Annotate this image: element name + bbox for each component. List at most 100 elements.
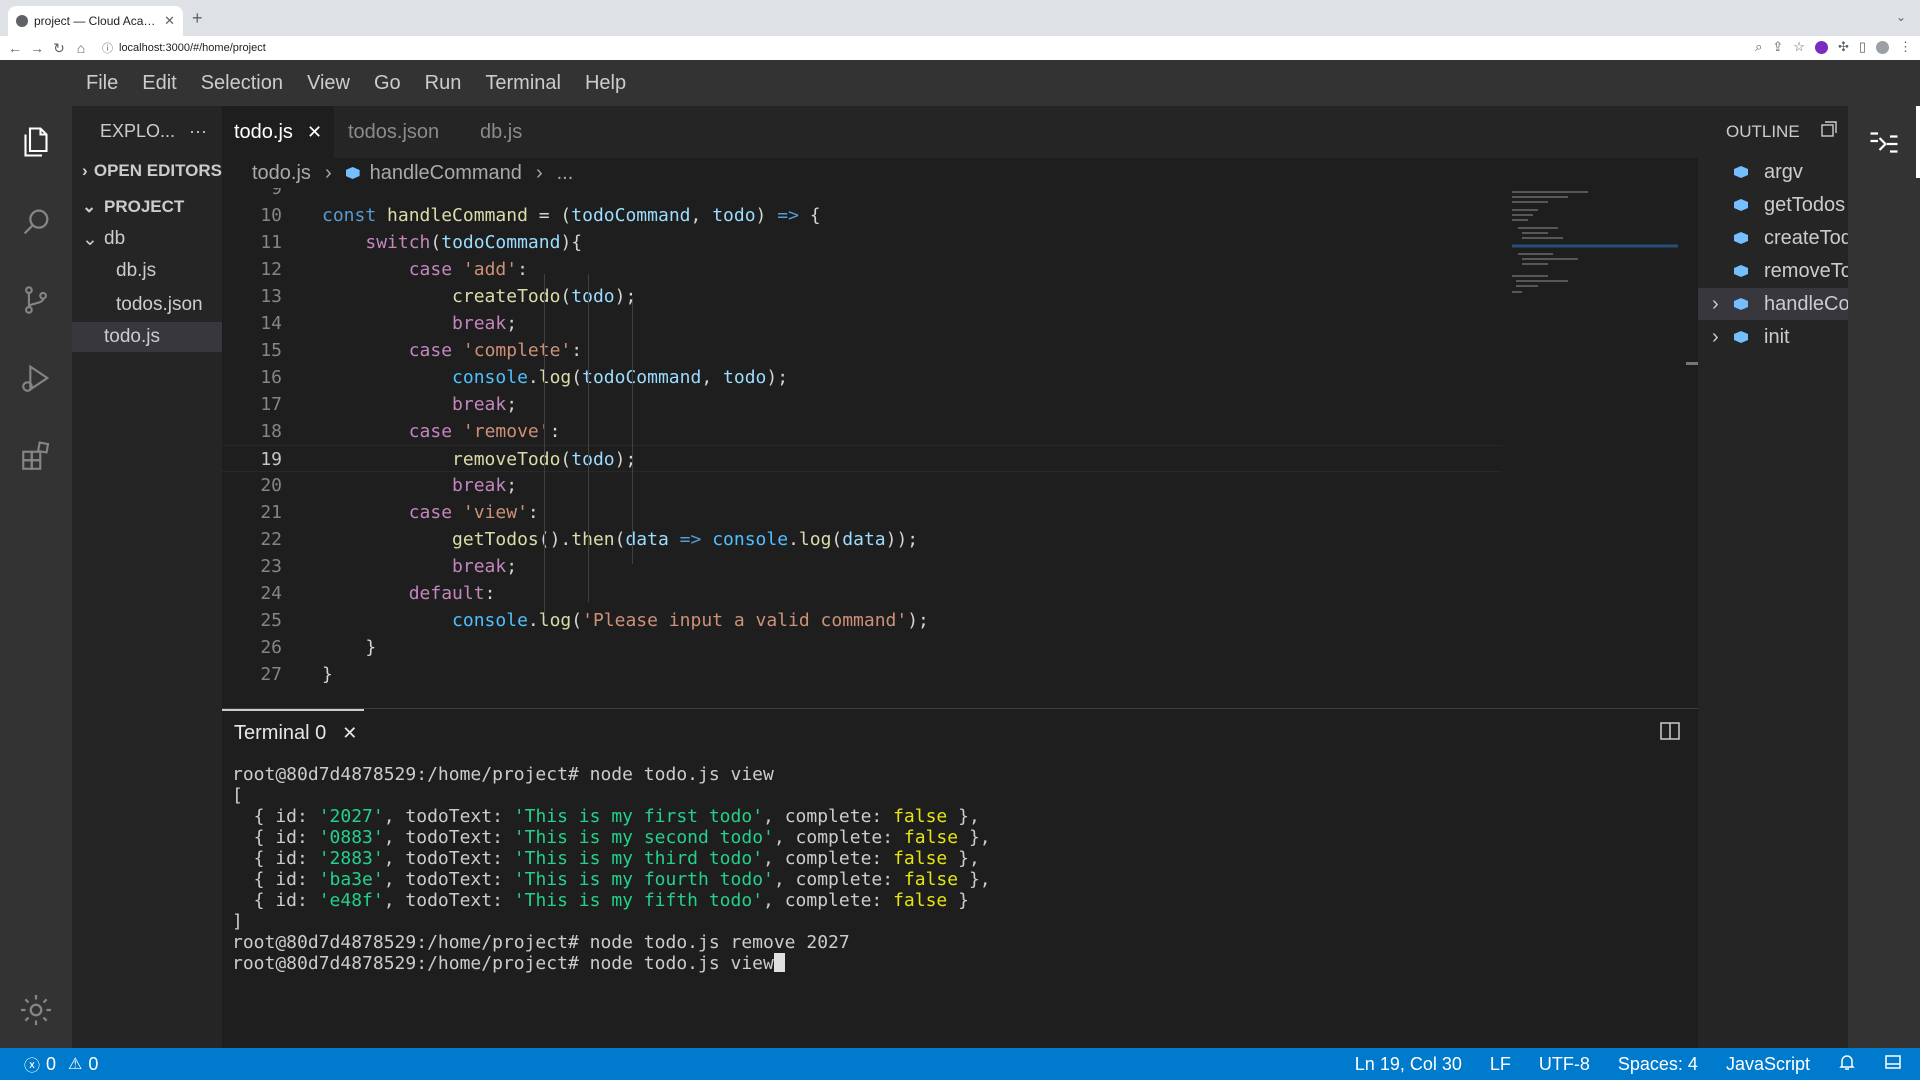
browser-tab[interactable]: project — Cloud Academy Lab ✕: [8, 6, 183, 36]
menu-file[interactable]: File: [86, 72, 118, 95]
problems-status[interactable]: ⓧ 0 ⚠ 0: [0, 1052, 98, 1076]
tab-search-icon[interactable]: ⌄: [1896, 10, 1906, 24]
code-token: switch: [365, 232, 431, 253]
profile-avatar[interactable]: [1876, 40, 1889, 54]
json-syntax: { id:: [232, 848, 319, 869]
menu-help[interactable]: Help: [585, 72, 626, 95]
tab-todo-js[interactable]: todo.js ✕: [222, 106, 334, 158]
code-token: ;: [506, 394, 518, 415]
explorer-icon[interactable]: [16, 122, 56, 162]
explorer-more-icon[interactable]: ···: [189, 121, 207, 142]
menu-run[interactable]: Run: [425, 72, 462, 95]
reload-icon[interactable]: ↻: [48, 40, 70, 57]
menu-view[interactable]: View: [307, 72, 350, 95]
outline-item[interactable]: argv: [1698, 156, 1848, 188]
layout-icon[interactable]: [1884, 1053, 1902, 1076]
tab-todos-json[interactable]: todos.json: [336, 106, 466, 158]
json-syntax: { id:: [232, 890, 319, 911]
code-text: break;: [322, 553, 517, 580]
json-syntax: , complete:: [763, 890, 894, 911]
explorer-title: EXPLO...: [100, 120, 176, 141]
chevron-right-icon[interactable]: ›: [1712, 326, 1719, 349]
code-token: getTodos: [452, 529, 539, 550]
outline-view-icon[interactable]: [1866, 126, 1902, 167]
project-label: PROJECT: [104, 197, 185, 216]
open-editors-section[interactable]: › OPEN EDITORS: [72, 156, 222, 186]
close-tab-icon[interactable]: ✕: [164, 13, 175, 29]
menu-go[interactable]: Go: [374, 72, 401, 95]
breadcrumb-file[interactable]: todo.js: [252, 162, 311, 185]
side-panel-icon[interactable]: ▯: [1859, 39, 1866, 55]
code-token: ): [755, 205, 778, 226]
outline-item[interactable]: createTodo: [1698, 222, 1848, 254]
language-mode[interactable]: JavaScript: [1726, 1054, 1810, 1075]
code-line: 14 break;: [222, 310, 1502, 337]
line-number: 27: [260, 664, 282, 685]
line-number: 24: [260, 583, 282, 604]
code-token: break: [452, 475, 507, 496]
source-control-icon[interactable]: [16, 280, 56, 320]
site-info-icon[interactable]: ⓘ: [102, 40, 113, 56]
close-icon[interactable]: ✕: [307, 122, 322, 143]
line-ending[interactable]: LF: [1490, 1054, 1511, 1075]
file-todo-js[interactable]: todo.js: [72, 322, 222, 352]
settings-gear-icon[interactable]: [16, 990, 56, 1030]
menu-terminal[interactable]: Terminal: [485, 72, 561, 95]
indentation[interactable]: Spaces: 4: [1618, 1054, 1698, 1075]
file-db-js[interactable]: db.js: [72, 256, 222, 286]
todo-id: '2027': [318, 806, 384, 827]
extensions-icon[interactable]: [16, 436, 56, 476]
search-icon[interactable]: [16, 202, 56, 242]
run-debug-icon[interactable]: [16, 358, 56, 398]
terminal-output[interactable]: root@80d7d4878529:/home/project# node to…: [232, 764, 1672, 974]
breadcrumb-more[interactable]: ...: [557, 162, 574, 185]
extensions-puzzle-icon[interactable]: ✣: [1838, 39, 1849, 55]
outline-item-label: handleCommand: [1764, 292, 1848, 315]
breadcrumb-symbol[interactable]: handleCommand: [345, 162, 522, 185]
outline-item[interactable]: getTodos: [1698, 189, 1848, 221]
address-bar[interactable]: ⓘ localhost:3000/#/home/project: [102, 38, 266, 58]
tab-terminal[interactable]: Terminal 0 ✕: [234, 718, 357, 748]
split-terminal-icon[interactable]: [1659, 720, 1681, 747]
code-editor[interactable]: 9 10 const handleCommand = (todoCommand, t…: [222, 188, 1698, 708]
folder-db[interactable]: ⌄ db: [72, 224, 222, 254]
chevron-right-icon[interactable]: ›: [1712, 293, 1719, 316]
back-icon[interactable]: ←: [4, 40, 26, 56]
notifications-bell-icon[interactable]: [1838, 1053, 1856, 1076]
project-section[interactable]: ⌄ PROJECT: [72, 192, 222, 222]
menu-selection[interactable]: Selection: [201, 72, 283, 95]
bookmark-star-icon[interactable]: ☆: [1793, 39, 1805, 55]
code-token: }: [322, 664, 333, 685]
outline-item[interactable]: removeTodo: [1698, 255, 1848, 287]
collapse-all-icon[interactable]: [1820, 120, 1838, 143]
share-icon[interactable]: ⇪: [1772, 39, 1783, 55]
code-line: 13 createTodo(todo);: [222, 283, 1502, 310]
extension-icon[interactable]: [1814, 40, 1828, 54]
menu-edit[interactable]: Edit: [142, 72, 176, 95]
menu-bar: File Edit Selection View Go Run Terminal…: [0, 60, 1920, 106]
outline-item-label: getTodos: [1764, 193, 1846, 216]
minimap[interactable]: [1508, 188, 1688, 308]
code-text: createTodo(todo);: [322, 283, 636, 310]
json-syntax: }: [947, 890, 969, 911]
code-line: 10 const handleCommand = (todoCommand, to…: [222, 202, 1502, 229]
json-syntax: { id:: [232, 827, 319, 848]
browser-menu-icon[interactable]: ⋮: [1899, 39, 1912, 55]
home-icon[interactable]: ⌂: [70, 40, 92, 56]
forward-icon[interactable]: →: [26, 40, 48, 56]
zoom-icon[interactable]: ⌕: [1755, 39, 1762, 55]
outline-item-label: createTodo: [1764, 226, 1848, 249]
outline-item[interactable]: › handleCommand: [1698, 288, 1848, 320]
encoding[interactable]: UTF-8: [1539, 1054, 1590, 1075]
tab-db-js[interactable]: db.js: [468, 106, 558, 158]
code-token: }: [322, 637, 377, 658]
outline-item[interactable]: › init: [1698, 321, 1848, 353]
close-icon[interactable]: ✕: [342, 723, 357, 744]
new-tab-button[interactable]: +: [192, 8, 203, 29]
cursor-position[interactable]: Ln 19, Col 30: [1355, 1054, 1462, 1075]
code-token: );: [614, 286, 637, 307]
line-number: 9: [271, 188, 282, 199]
file-todos-json[interactable]: todos.json: [72, 290, 222, 320]
